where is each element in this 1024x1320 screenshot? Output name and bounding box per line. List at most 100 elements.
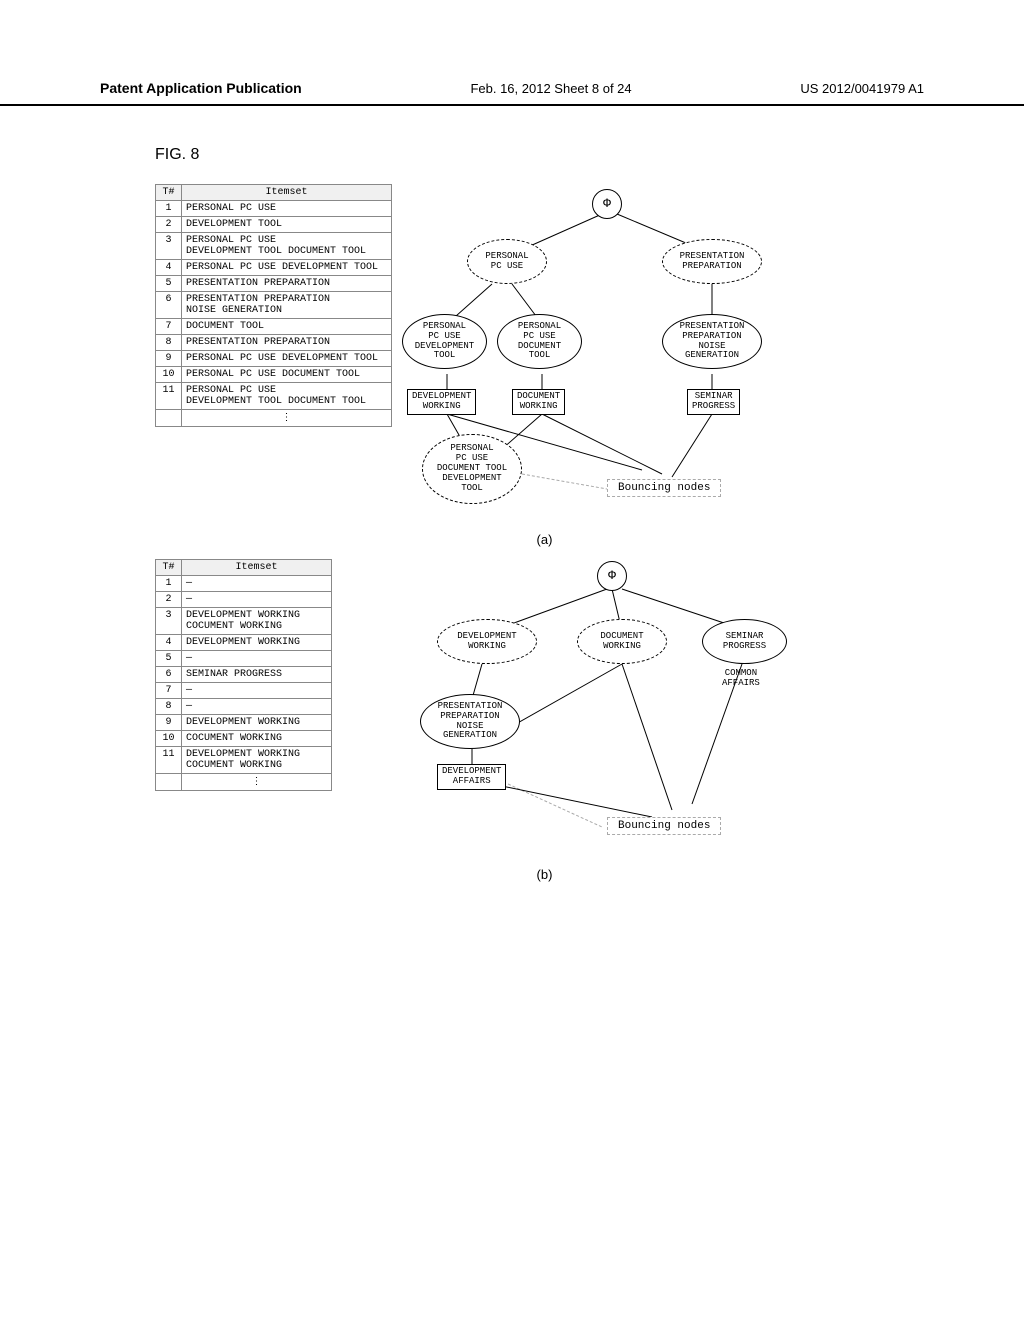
table-row: 7DOCUMENT TOOL <box>156 319 392 335</box>
row-tn: 3 <box>156 233 182 260</box>
diagram-b: Φ DEVELOPMENTWORKING DOCUMENTWORKING SEM… <box>412 559 934 859</box>
table-row: 11DEVELOPMENT WORKINGCOCUMENT WORKING <box>156 747 332 774</box>
bouncing-label-b: Bouncing nodes <box>607 817 721 835</box>
row-tn: 6 <box>156 292 182 319</box>
row-itemset: PERSONAL PC USE DEVELOPMENT TOOL <box>182 260 392 276</box>
table-row: 6PRESENTATION PREPARATIONNOISE GENERATIO… <box>156 292 392 319</box>
table-a-head-itemset: Itemset <box>182 185 392 201</box>
node-prep-noise: PRESENTATIONPREPARATIONNOISEGENERATION <box>662 314 762 369</box>
row-tn: 3 <box>156 608 182 635</box>
row-itemset: — <box>182 576 332 592</box>
table-a: T# Itemset 1PERSONAL PC USE2DEVELOPMENT … <box>155 184 392 427</box>
rect-dev-working: DEVELOPMENTWORKING <box>407 389 476 415</box>
row-itemset: DEVELOPMENT WORKINGCOCUMENT WORKING <box>182 747 332 774</box>
table-row: 9DEVELOPMENT WORKING <box>156 715 332 731</box>
table-a-head-tn: T# <box>156 185 182 201</box>
table-row: 5PRESENTATION PREPARATION <box>156 276 392 292</box>
row-itemset: PERSONAL PC USEDEVELOPMENT TOOL DOCUMENT… <box>182 233 392 260</box>
row-tn: 11 <box>156 747 182 774</box>
row-tn: 4 <box>156 260 182 276</box>
row-itemset: DOCUMENT TOOL <box>182 319 392 335</box>
node-presentation-prep: PRESENTATIONPREPARATION <box>662 239 762 284</box>
row-itemset: PRESENTATION PREPARATIONNOISE GENERATION <box>182 292 392 319</box>
ellipsis-row: ⋮ <box>156 410 392 427</box>
row-tn: 5 <box>156 276 182 292</box>
panel-b: T# Itemset 1—2—3DEVELOPMENT WORKINGCOCUM… <box>155 559 934 859</box>
table-row: 3PERSONAL PC USEDEVELOPMENT TOOL DOCUMEN… <box>156 233 392 260</box>
row-tn: 8 <box>156 699 182 715</box>
rect-doc-working: DOCUMENTWORKING <box>512 389 565 415</box>
row-itemset: DEVELOPMENT WORKING <box>182 635 332 651</box>
table-row: 7— <box>156 683 332 699</box>
row-itemset: — <box>182 592 332 608</box>
row-tn: 11 <box>156 383 182 410</box>
node-seminar-progress: SEMINARPROGRESS <box>702 619 787 664</box>
node-prep-noise-b: PRESENTATIONPREPARATIONNOISEGENERATION <box>420 694 520 749</box>
row-tn: 1 <box>156 576 182 592</box>
node-doc-working: DOCUMENTWORKING <box>577 619 667 664</box>
node-pc-all: PERSONALPC USEDOCUMENT TOOLDEVELOPMENTTO… <box>422 434 522 504</box>
row-itemset: PERSONAL PC USE <box>182 201 392 217</box>
node-personal-pc-use: PERSONALPC USE <box>467 239 547 284</box>
row-tn: 8 <box>156 335 182 351</box>
table-row: 10PERSONAL PC USE DOCUMENT TOOL <box>156 367 392 383</box>
table-row: 11PERSONAL PC USEDEVELOPMENT TOOL DOCUME… <box>156 383 392 410</box>
row-itemset: PRESENTATION PREPARATION <box>182 276 392 292</box>
row-tn: 10 <box>156 367 182 383</box>
table-row: 8PRESENTATION PREPARATION <box>156 335 392 351</box>
table-row: 9PERSONAL PC USE DEVELOPMENT TOOL <box>156 351 392 367</box>
table-row: 5— <box>156 651 332 667</box>
node-pc-dev-tool: PERSONALPC USEDEVELOPMENTTOOL <box>402 314 487 369</box>
ellipsis-row: ⋮ <box>156 774 332 791</box>
panel-b-label: (b) <box>155 859 934 894</box>
row-tn: 4 <box>156 635 182 651</box>
table-row: 2DEVELOPMENT TOOL <box>156 217 392 233</box>
row-itemset: DEVELOPMENT WORKINGCOCUMENT WORKING <box>182 608 332 635</box>
content: T# Itemset 1PERSONAL PC USE2DEVELOPMENT … <box>0 164 1024 894</box>
node-root-b: Φ <box>597 561 627 591</box>
panel-a: T# Itemset 1PERSONAL PC USE2DEVELOPMENT … <box>155 184 934 524</box>
table-row: 1PERSONAL PC USE <box>156 201 392 217</box>
node-dev-working: DEVELOPMENTWORKING <box>437 619 537 664</box>
table-row: 3DEVELOPMENT WORKINGCOCUMENT WORKING <box>156 608 332 635</box>
row-tn: 10 <box>156 731 182 747</box>
row-itemset: PRESENTATION PREPARATION <box>182 335 392 351</box>
row-tn: 7 <box>156 319 182 335</box>
bouncing-label-a: Bouncing nodes <box>607 479 721 497</box>
table-row: 10COCUMENT WORKING <box>156 731 332 747</box>
row-itemset: SEMINAR PROGRESS <box>182 667 332 683</box>
table-row: 6SEMINAR PROGRESS <box>156 667 332 683</box>
row-tn: 2 <box>156 592 182 608</box>
rect-dev-affairs: DEVELOPMENTAFFAIRS <box>437 764 506 790</box>
row-itemset: — <box>182 651 332 667</box>
row-tn: 7 <box>156 683 182 699</box>
row-tn: 9 <box>156 715 182 731</box>
header-left: Patent Application Publication <box>100 80 302 96</box>
table-row: 4DEVELOPMENT WORKING <box>156 635 332 651</box>
diagram-a: Φ PERSONALPC USE PRESENTATIONPREPARATION… <box>412 184 934 524</box>
page-header: Patent Application Publication Feb. 16, … <box>0 0 1024 106</box>
rect-seminar: SEMINARPROGRESS <box>687 389 740 415</box>
table-b-head-tn: T# <box>156 560 182 576</box>
table-b-body: 1—2—3DEVELOPMENT WORKINGCOCUMENT WORKING… <box>156 576 332 791</box>
node-pc-doc-tool: PERSONALPC USEDOCUMENTTOOL <box>497 314 582 369</box>
table-b-head-itemset: Itemset <box>182 560 332 576</box>
header-right: US 2012/0041979 A1 <box>800 81 924 96</box>
table-a-body: 1PERSONAL PC USE2DEVELOPMENT TOOL3PERSON… <box>156 201 392 427</box>
row-itemset: COCUMENT WORKING <box>182 731 332 747</box>
row-tn: 5 <box>156 651 182 667</box>
row-itemset: DEVELOPMENT TOOL <box>182 217 392 233</box>
label-common-affairs: COMMONAFFAIRS <box>722 669 760 689</box>
panel-a-label: (a) <box>155 524 934 559</box>
row-itemset: PERSONAL PC USEDEVELOPMENT TOOL DOCUMENT… <box>182 383 392 410</box>
row-tn: 2 <box>156 217 182 233</box>
figure-label: FIG. 8 <box>0 106 1024 164</box>
row-itemset: DEVELOPMENT WORKING <box>182 715 332 731</box>
row-tn: 6 <box>156 667 182 683</box>
table-row: 2— <box>156 592 332 608</box>
table-row: 8— <box>156 699 332 715</box>
row-tn: 9 <box>156 351 182 367</box>
row-tn: 1 <box>156 201 182 217</box>
header-mid: Feb. 16, 2012 Sheet 8 of 24 <box>470 81 631 96</box>
table-row: 4PERSONAL PC USE DEVELOPMENT TOOL <box>156 260 392 276</box>
